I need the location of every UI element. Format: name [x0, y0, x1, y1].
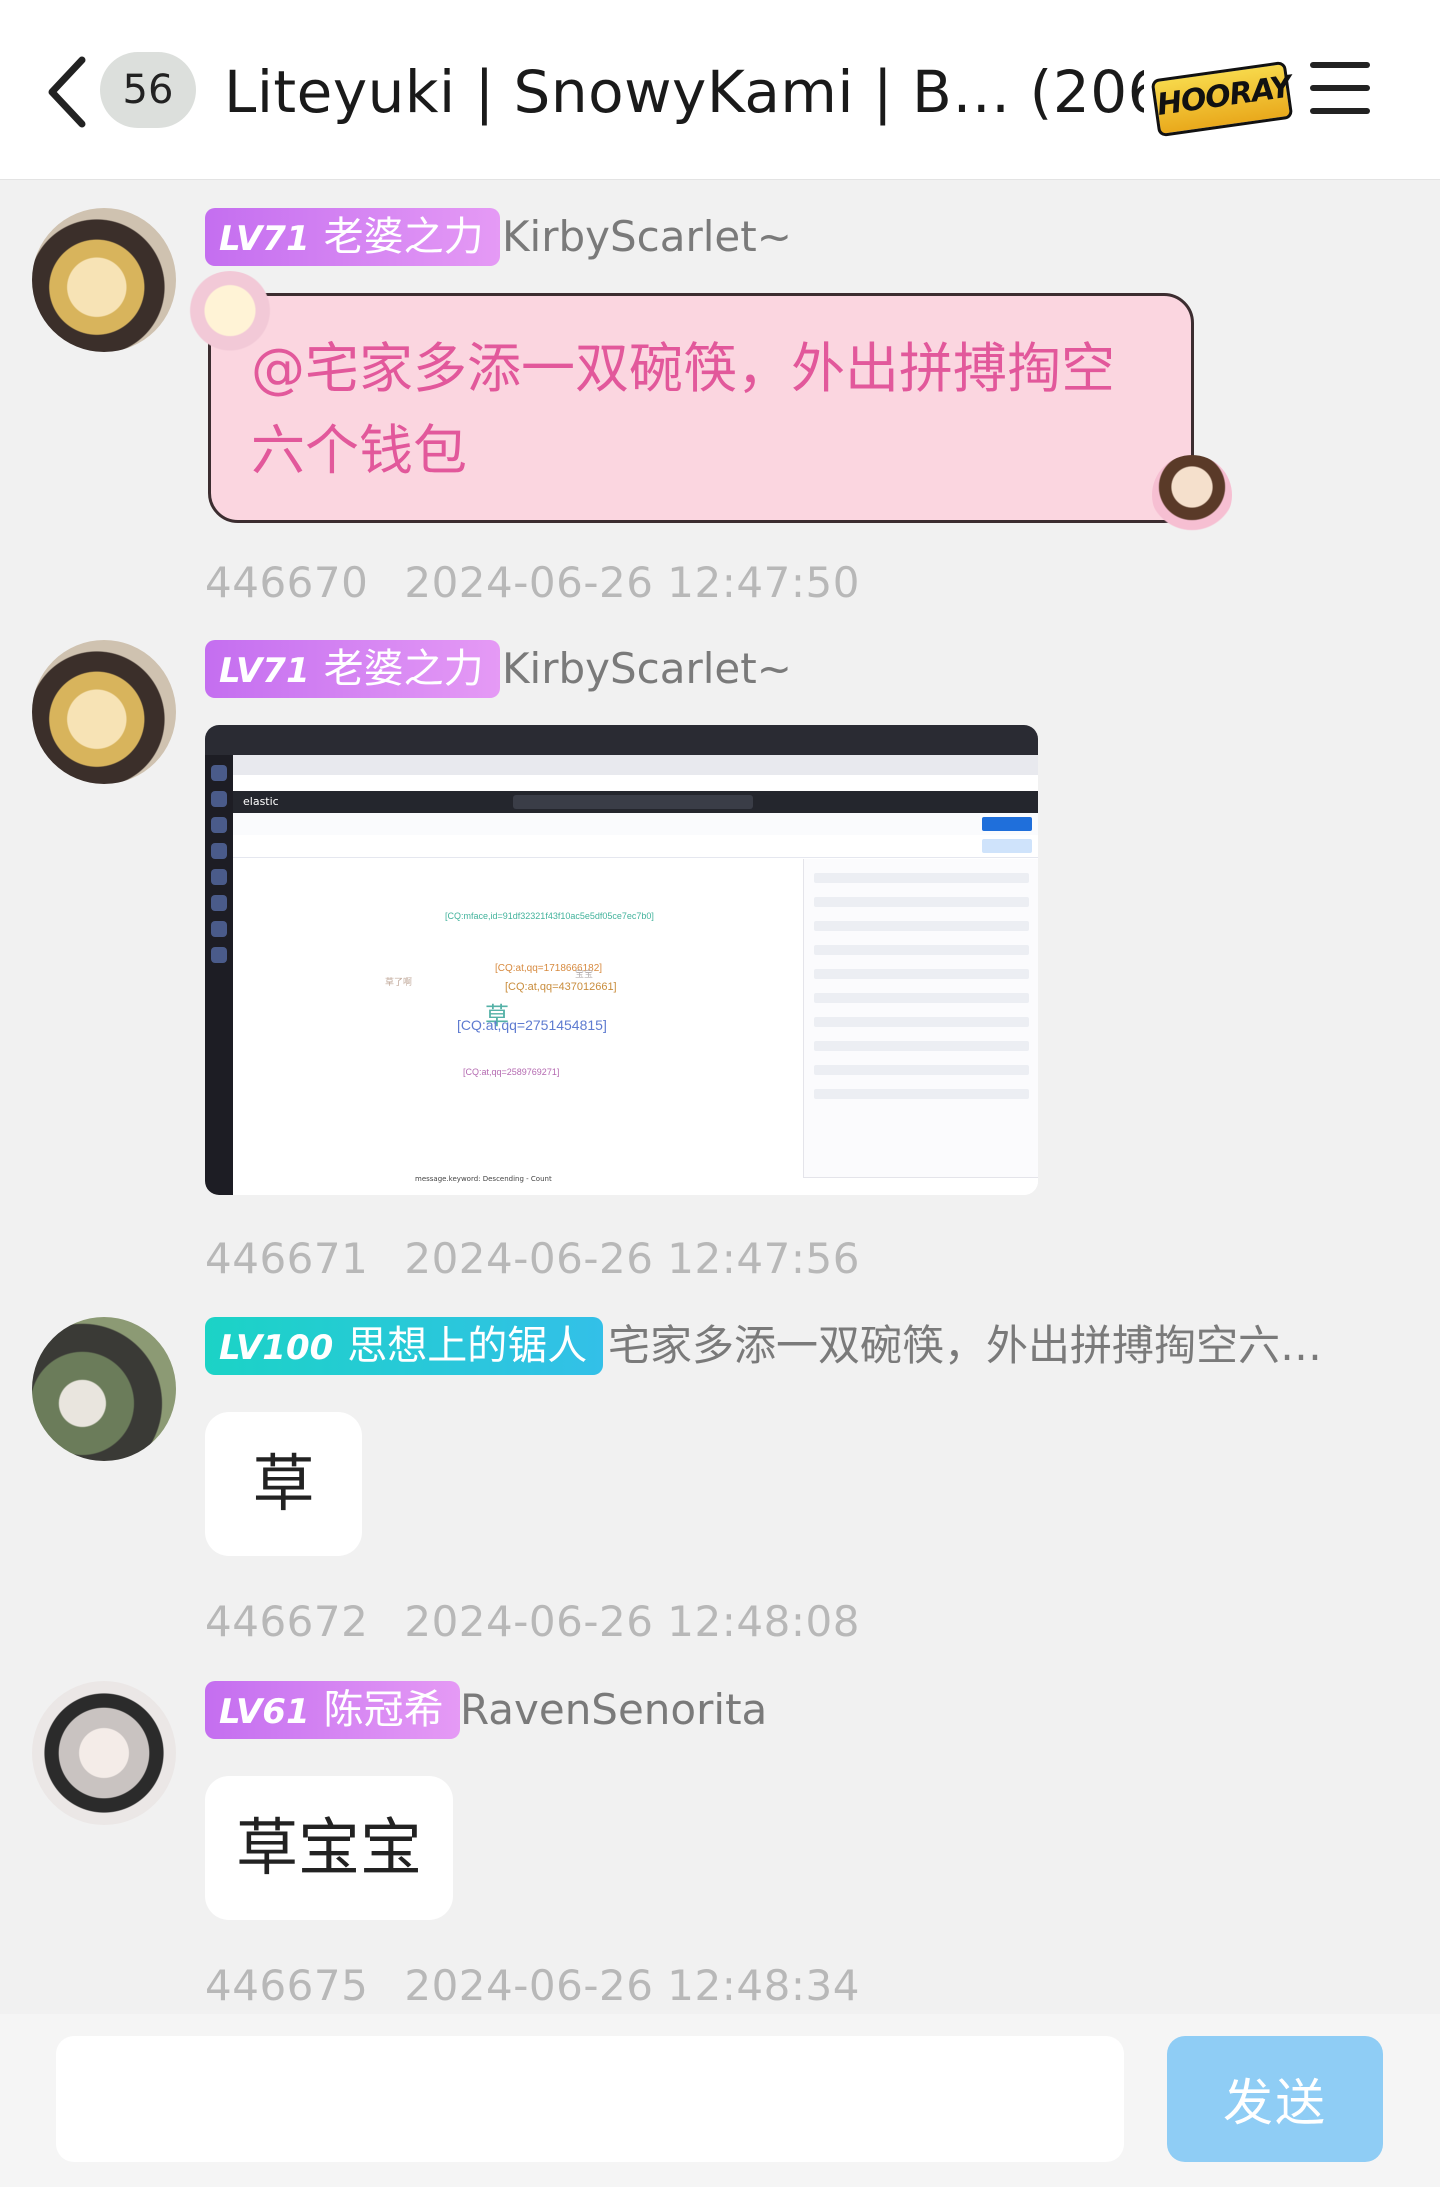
message-meta: 446671 2024-06-26 12:47:56	[205, 1234, 860, 1283]
ss-toolbar	[233, 813, 1038, 836]
ss-dock	[205, 755, 233, 1195]
level-title-badge: LV71 老婆之力	[205, 640, 500, 698]
ss-system-bar	[205, 725, 1038, 755]
message-id: 446672	[205, 1597, 369, 1646]
message-composer: 发送	[0, 2014, 1440, 2187]
message-meta: 446675 2024-06-26 12:48:34	[205, 1961, 860, 2010]
level-label: LV71	[219, 651, 310, 691]
chat-title[interactable]: Liteyuki | SnowyKami | B… (206)	[224, 52, 1144, 132]
title-label: 陈冠希	[323, 1687, 444, 1733]
ss-kibana-header: elastic	[233, 791, 1038, 813]
back-arrow-icon[interactable]	[42, 54, 94, 130]
ss-browser-tabs	[233, 755, 1038, 775]
message-meta: 446670 2024-06-26 12:47:50	[205, 558, 860, 607]
message-meta: 446672 2024-06-26 12:48:08	[205, 1597, 860, 1646]
message-time: 2024-06-26 12:48:08	[404, 1597, 860, 1646]
message-id: 446671	[205, 1234, 369, 1283]
ss-bottom-bar	[803, 1177, 1038, 1195]
chat-header: 56 Liteyuki | SnowyKami | B… (206) HOORA…	[0, 0, 1440, 180]
ss-cloud-word: [CQ:at,qq=437012661]	[505, 981, 617, 993]
sender-name[interactable]: KirbyScarlet~	[502, 208, 792, 266]
ss-chart-caption: message.keyword: Descending - Count	[415, 1175, 552, 1183]
sender-name[interactable]: RavenSenorita	[460, 1681, 767, 1739]
ss-cloud-word: [CQ:at,qq=2751454815]	[457, 1017, 607, 1033]
ss-filter-bar	[233, 835, 1038, 858]
ss-cloud-word: [CQ:at,qq=2589769271]	[463, 1067, 560, 1077]
level-title-badge: LV100 思想上的锯人	[205, 1317, 604, 1375]
ss-save-button	[982, 817, 1032, 831]
sender-name[interactable]: KirbyScarlet~	[502, 640, 792, 698]
title-label: 老婆之力	[323, 646, 484, 692]
image-message[interactable]: elastic [CQ:mface,id=91df32321f43f10ac5e…	[205, 725, 1038, 1195]
message-input[interactable]	[56, 2036, 1124, 2162]
ss-cloud-word: 宝宝	[575, 969, 594, 979]
ss-search-field	[513, 795, 753, 809]
ss-url-bar	[233, 775, 1038, 792]
level-label: LV61	[219, 1692, 310, 1732]
ss-settings-panel	[803, 859, 1038, 1195]
ss-wordcloud-canvas: [CQ:mface,id=91df32321f43f10ac5e5df05ce7…	[235, 859, 801, 1195]
sender-avatar[interactable]	[32, 1681, 176, 1825]
message-time: 2024-06-26 12:47:56	[404, 1234, 860, 1283]
level-title-badge: LV71 老婆之力	[205, 208, 500, 266]
hooray-sticker-badge: HOORAY	[1150, 60, 1294, 138]
bubble-decoration-top	[186, 271, 274, 359]
title-label: 思想上的锯人	[347, 1323, 588, 1369]
message-id: 446675	[205, 1961, 369, 2010]
message-time: 2024-06-26 12:47:50	[404, 558, 860, 607]
ss-brand-label: elastic	[243, 795, 279, 808]
sender-avatar[interactable]	[32, 208, 176, 352]
ss-refresh-button	[982, 839, 1032, 853]
sender-avatar[interactable]	[32, 640, 176, 784]
message-bubble[interactable]: @宅家多添一双碗筷，外出拼搏掏空六个钱包	[208, 293, 1194, 523]
unread-count-badge[interactable]: 56	[100, 52, 196, 128]
sender-avatar[interactable]	[32, 1317, 176, 1461]
level-label: LV71	[219, 219, 310, 259]
ss-cloud-word: 草了啊	[385, 977, 413, 987]
level-label: LV100	[219, 1328, 334, 1368]
bubble-decoration-bottom	[1152, 455, 1232, 535]
level-title-badge: LV61 陈冠希	[205, 1681, 460, 1739]
message-bubble[interactable]: 草	[205, 1412, 362, 1556]
ss-cloud-word: [CQ:mface,id=91df32321f43f10ac5e5df05ce7…	[445, 911, 654, 921]
message-id: 446670	[205, 558, 369, 607]
sender-name[interactable]: 宅家多添一双碗筷，外出拼搏掏空六…	[608, 1317, 1322, 1375]
send-button[interactable]: 发送	[1167, 2036, 1383, 2162]
message-bubble[interactable]: 草宝宝	[205, 1776, 453, 1920]
message-time: 2024-06-26 12:48:34	[404, 1961, 860, 2010]
title-label: 老婆之力	[323, 214, 484, 260]
menu-icon[interactable]	[1310, 62, 1370, 118]
